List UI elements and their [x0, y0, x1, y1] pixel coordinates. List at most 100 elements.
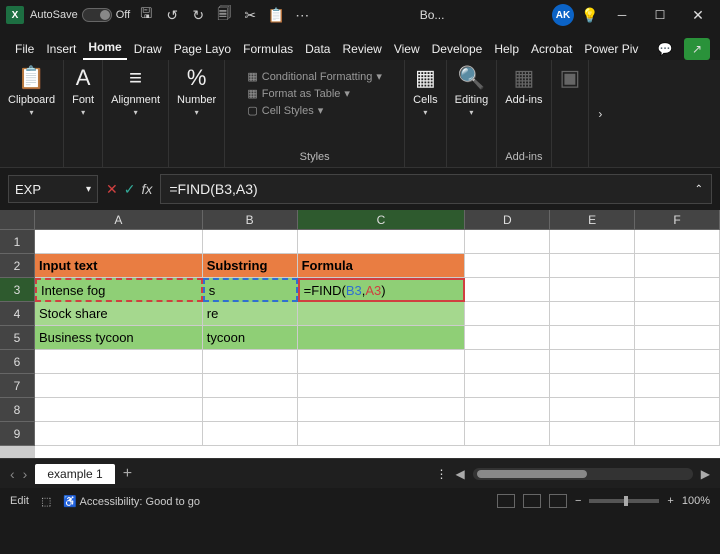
cell-B6[interactable]: [203, 350, 298, 374]
cell-F1[interactable]: [635, 230, 720, 254]
toggle-off-icon[interactable]: [82, 8, 112, 22]
page-break-view-button[interactable]: [549, 494, 567, 508]
cell-C9[interactable]: [298, 422, 466, 446]
col-header-E[interactable]: E: [550, 210, 635, 230]
cell-E6[interactable]: [550, 350, 635, 374]
maximize-button[interactable]: ☐: [644, 3, 676, 27]
cell-F5[interactable]: [635, 326, 720, 350]
tab-review[interactable]: Review: [337, 38, 386, 60]
more-icon[interactable]: ⋯: [292, 7, 312, 24]
sheet-prev-button[interactable]: ‹: [10, 466, 15, 482]
cell-D3[interactable]: [465, 278, 550, 302]
cell-E1[interactable]: [550, 230, 635, 254]
name-box[interactable]: EXP ▾: [8, 175, 98, 203]
tab-data[interactable]: Data: [300, 38, 335, 60]
cell-D7[interactable]: [465, 374, 550, 398]
row-header-3[interactable]: 3: [0, 278, 35, 302]
cell-D9[interactable]: [465, 422, 550, 446]
conditional-formatting-button[interactable]: ▦Conditional Formatting▾: [247, 70, 382, 83]
share-button[interactable]: ↗: [684, 38, 710, 60]
worksheet-grid[interactable]: ABCDEF 123456789 Input textSubstringForm…: [0, 210, 720, 458]
cell-E3[interactable]: [550, 278, 635, 302]
cell-B8[interactable]: [203, 398, 298, 422]
cell-F6[interactable]: [635, 350, 720, 374]
expand-formula-icon[interactable]: ⌃: [695, 184, 703, 195]
zoom-level[interactable]: 100%: [682, 495, 710, 507]
cell-E4[interactable]: [550, 302, 635, 326]
redo-icon[interactable]: ↻: [188, 7, 208, 24]
cell-B7[interactable]: [203, 374, 298, 398]
row-header-8[interactable]: 8: [0, 398, 35, 422]
cells-button[interactable]: ▦ Cells ▾: [413, 64, 437, 117]
page-layout-view-button[interactable]: [523, 494, 541, 508]
cell-D1[interactable]: [465, 230, 550, 254]
col-header-F[interactable]: F: [635, 210, 720, 230]
cell-A4[interactable]: Stock share: [35, 302, 203, 326]
cell-E5[interactable]: [550, 326, 635, 350]
zoom-in-button[interactable]: +: [667, 495, 673, 507]
cell-E2[interactable]: [550, 254, 635, 278]
tab-home[interactable]: Home: [83, 36, 126, 60]
cell-D2[interactable]: [465, 254, 550, 278]
cut-icon[interactable]: ✂: [240, 7, 260, 24]
cell-A8[interactable]: [35, 398, 203, 422]
cell-B1[interactable]: [203, 230, 298, 254]
font-button[interactable]: A Font ▾: [72, 64, 94, 117]
sheet-menu-icon[interactable]: ⋮: [436, 467, 448, 481]
editing-button[interactable]: 🔍 Editing ▾: [455, 64, 489, 117]
sheet-tab-active[interactable]: example 1: [35, 464, 114, 484]
sheet-next-button[interactable]: ›: [23, 466, 28, 482]
tab-file[interactable]: File: [10, 38, 39, 60]
cell-F3[interactable]: [635, 278, 720, 302]
close-button[interactable]: ✕: [682, 3, 714, 27]
cell-C5[interactable]: [298, 326, 466, 350]
cell-C8[interactable]: [298, 398, 466, 422]
addins-button[interactable]: ▦ Add-ins: [505, 64, 542, 106]
comments-button[interactable]: 💬: [652, 38, 678, 60]
tab-developer[interactable]: Develope: [427, 38, 488, 60]
cell-B5[interactable]: tycoon: [203, 326, 298, 350]
accessibility-status[interactable]: ♿ Accessibility: Good to go: [63, 495, 200, 508]
cell-C7[interactable]: [298, 374, 466, 398]
col-header-B[interactable]: B: [203, 210, 298, 230]
scroll-left-button[interactable]: ◀: [456, 467, 465, 481]
row-header-4[interactable]: 4: [0, 302, 35, 326]
cell-styles-button[interactable]: ▢Cell Styles▾: [247, 104, 382, 117]
undo-icon[interactable]: ↺: [162, 7, 182, 24]
enter-icon[interactable]: ✓: [124, 181, 136, 198]
cell-C3[interactable]: =FIND(B3,A3): [298, 278, 466, 302]
cell-C4[interactable]: [298, 302, 466, 326]
number-button[interactable]: % Number ▾: [177, 64, 216, 117]
cell-B3[interactable]: s: [203, 278, 298, 302]
tab-page-layout[interactable]: Page Layo: [169, 38, 236, 60]
cell-C1[interactable]: [298, 230, 466, 254]
cell-A1[interactable]: [35, 230, 203, 254]
cell-E8[interactable]: [550, 398, 635, 422]
paste-icon[interactable]: 📋: [266, 7, 286, 24]
zoom-slider[interactable]: [589, 499, 659, 503]
copy-icon[interactable]: 🗐: [214, 3, 234, 27]
minimize-button[interactable]: ─: [606, 3, 638, 27]
tab-help[interactable]: Help: [489, 38, 524, 60]
scrollbar-thumb[interactable]: [477, 470, 587, 478]
tab-insert[interactable]: Insert: [41, 38, 81, 60]
fx-icon[interactable]: fx: [141, 181, 152, 197]
add-sheet-button[interactable]: +: [123, 465, 132, 483]
cell-C2[interactable]: Formula: [298, 254, 466, 278]
formula-input[interactable]: =FIND(B3,A3) ⌃: [160, 174, 712, 204]
cell-A2[interactable]: Input text: [35, 254, 203, 278]
format-as-table-button[interactable]: ▦Format as Table▾: [247, 87, 382, 100]
autosave-toggle[interactable]: AutoSave Off: [30, 8, 130, 22]
row-header-2[interactable]: 2: [0, 254, 35, 278]
cell-D5[interactable]: [465, 326, 550, 350]
extra-button[interactable]: ▣: [560, 64, 581, 92]
select-all-button[interactable]: [0, 210, 35, 230]
normal-view-button[interactable]: [497, 494, 515, 508]
cell-B2[interactable]: Substring: [203, 254, 298, 278]
cell-E7[interactable]: [550, 374, 635, 398]
tab-power-pivot[interactable]: Power Piv: [579, 38, 643, 60]
row-header-6[interactable]: 6: [0, 350, 35, 374]
horizontal-scrollbar[interactable]: [473, 468, 693, 480]
ribbon-scroll-right[interactable]: ›: [589, 60, 611, 167]
cell-F7[interactable]: [635, 374, 720, 398]
